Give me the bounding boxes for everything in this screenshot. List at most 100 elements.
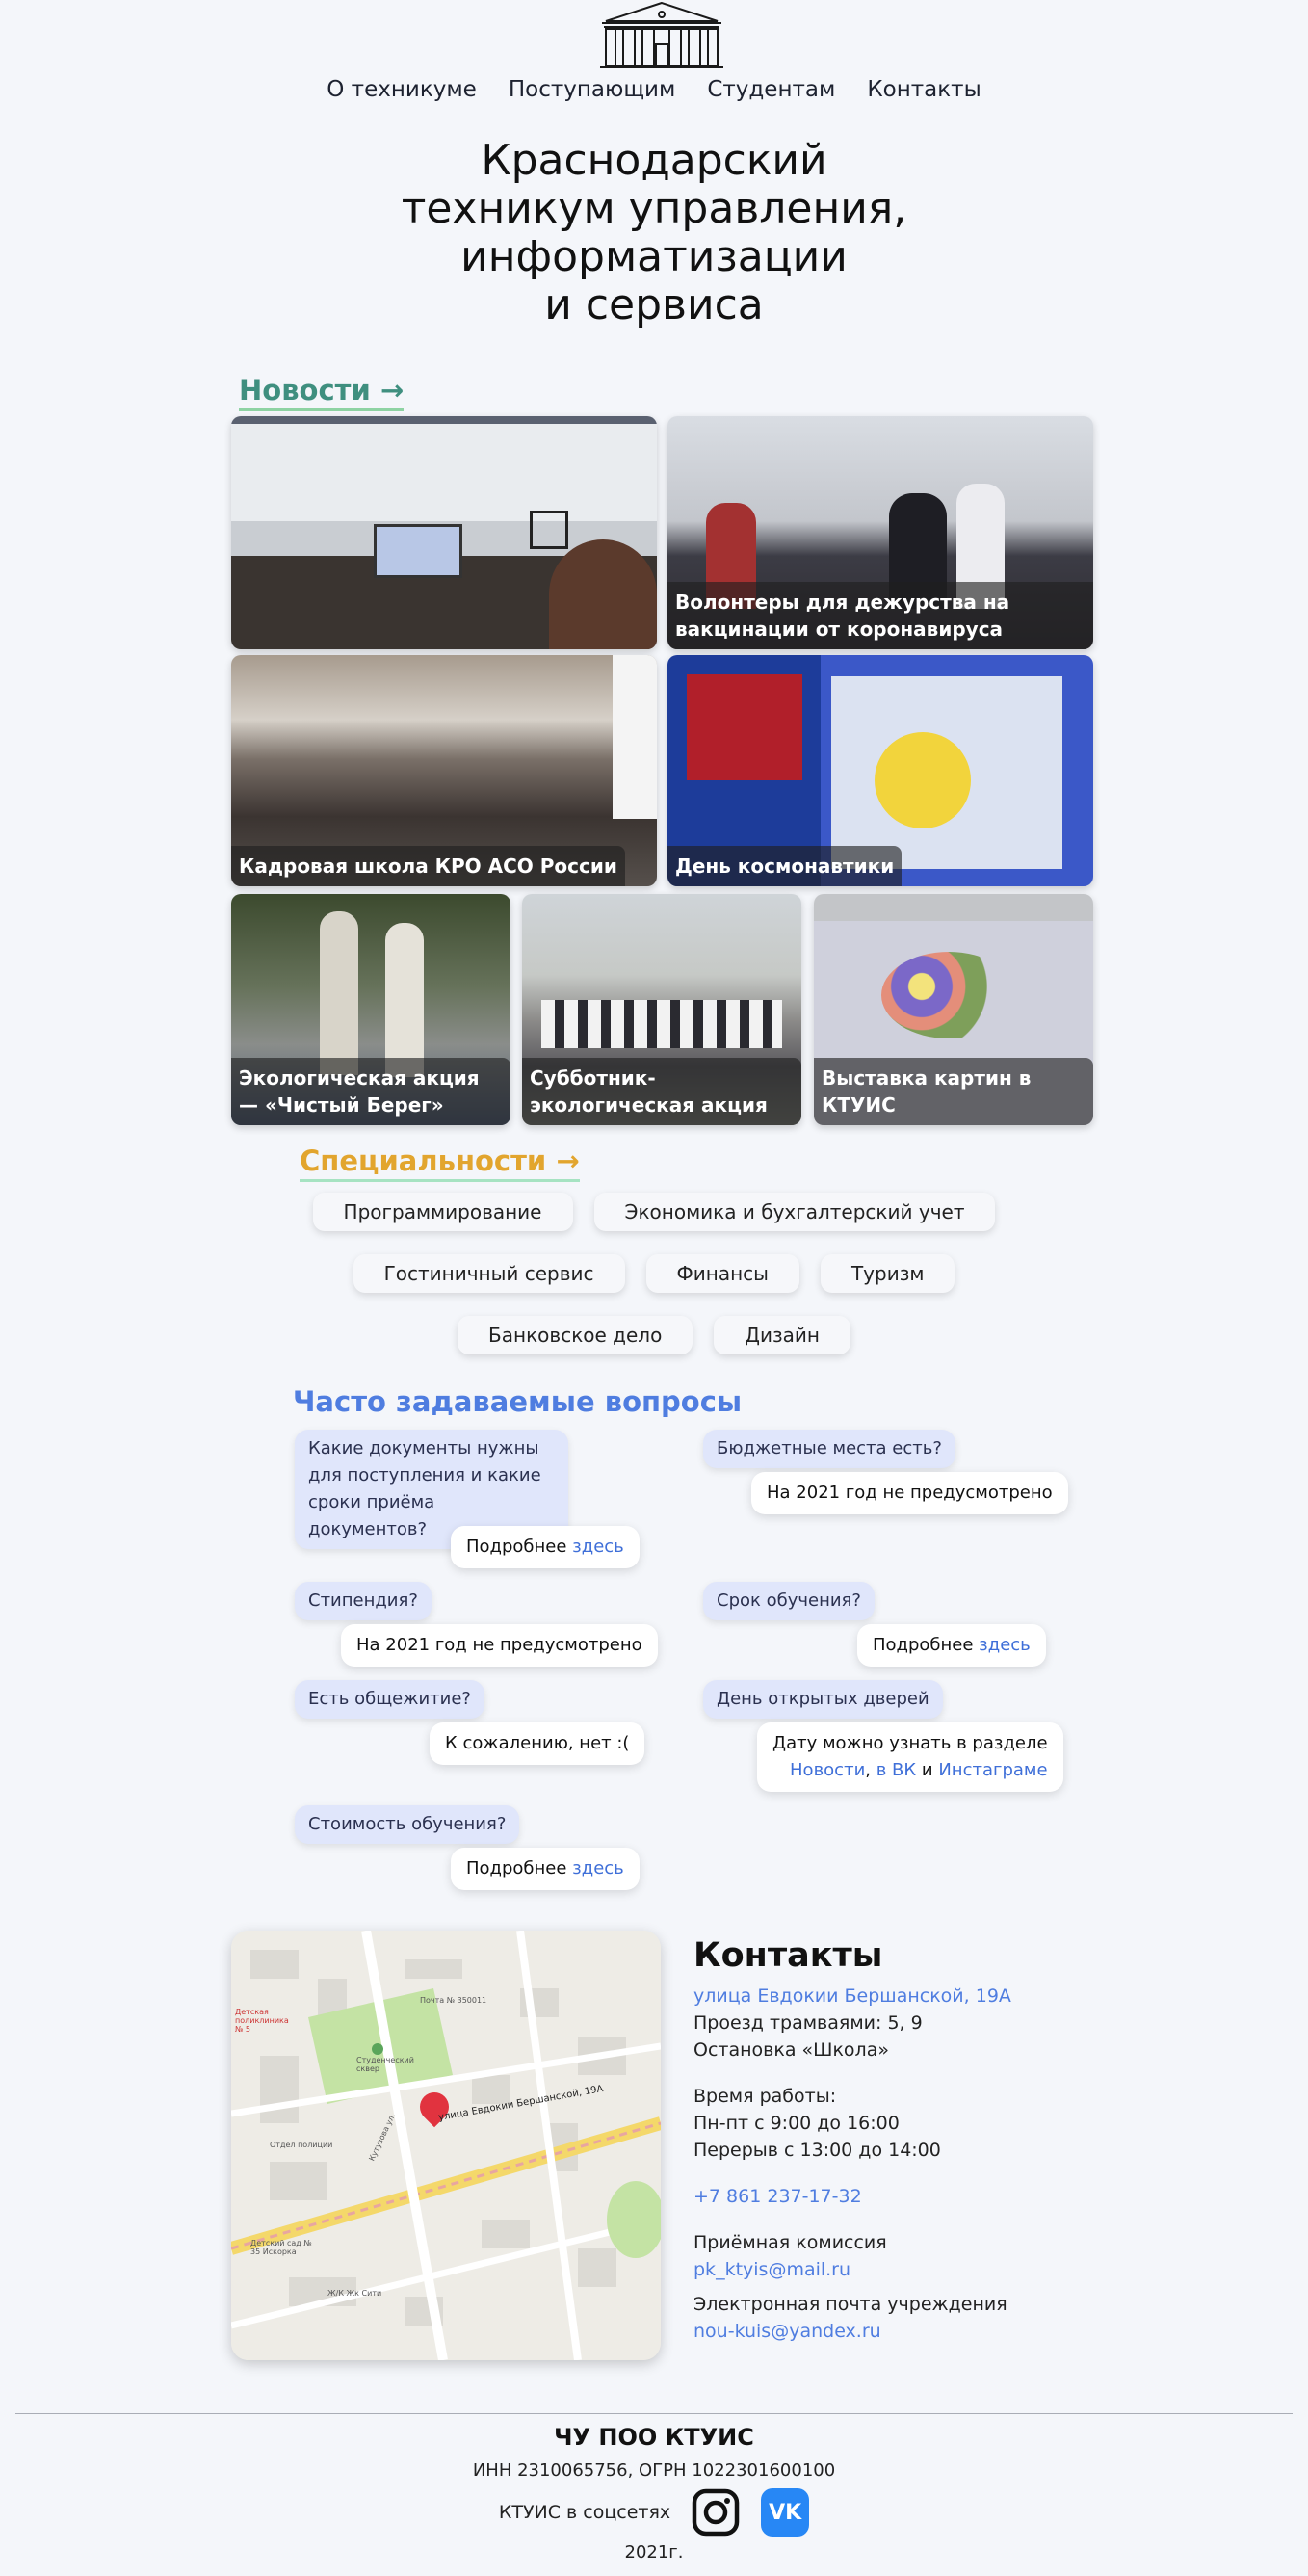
wall-logo bbox=[530, 511, 568, 549]
page-title: Краснодарский техникум управления, инфор… bbox=[0, 137, 1308, 329]
faq-heading: Часто задаваемые вопросы bbox=[293, 1385, 743, 1418]
news-link[interactable]: Новости bbox=[790, 1760, 865, 1780]
chip-tourism[interactable]: Туризм bbox=[820, 1254, 955, 1293]
answer-text: Дату можно узнать в разделе bbox=[772, 1733, 1048, 1753]
title-line: Краснодарский bbox=[481, 136, 827, 185]
nav-applicants[interactable]: Поступающим bbox=[509, 77, 675, 102]
hours-title: Время работы: bbox=[693, 2086, 837, 2107]
social-label: КТУИС в соцсетях bbox=[498, 2502, 671, 2523]
answer-text: Подробнее bbox=[873, 1635, 980, 1655]
faq-question: День открытых дверей bbox=[703, 1680, 943, 1719]
building-logo-icon[interactable] bbox=[594, 0, 729, 69]
news-card[interactable]: Экологическая акция — «Чистый Берег» bbox=[231, 894, 510, 1125]
instagram-glyph bbox=[692, 2488, 740, 2537]
vk-icon[interactable]: VK bbox=[761, 2488, 810, 2537]
faq-answer: На 2021 год не предусмотрено bbox=[341, 1624, 658, 1667]
hours-value: Пн-пт с 9:00 до 16:00 bbox=[693, 2113, 900, 2134]
chip-finance[interactable]: Финансы bbox=[645, 1254, 799, 1293]
news-caption: Кадровая школа КРО АСО России bbox=[231, 846, 625, 886]
faq-question: Стипендия? bbox=[295, 1582, 432, 1620]
answer-link[interactable]: здесь bbox=[572, 1537, 624, 1557]
nav-contacts[interactable]: Контакты bbox=[867, 77, 981, 102]
faq-question: Стоимость обучения? bbox=[295, 1805, 520, 1844]
faq-answer: Подробнее здесь bbox=[451, 1848, 640, 1890]
footer-year: 2021г. bbox=[624, 2542, 684, 2563]
news-heading[interactable]: Новости → bbox=[239, 374, 405, 411]
nav-about[interactable]: О техникуме bbox=[327, 77, 477, 102]
footer: ЧУ ПОО КТУИС ИНН 2310065756, ОГРН 102230… bbox=[0, 2424, 1308, 2563]
title-line: и сервиса bbox=[544, 280, 764, 329]
main-nav: О техникуме Поступающим Студентам Контак… bbox=[0, 77, 1308, 102]
answer-link[interactable]: здесь bbox=[572, 1858, 624, 1879]
specialities-heading[interactable]: Специальности → bbox=[300, 1144, 580, 1182]
group-of-people bbox=[541, 1000, 782, 1048]
answer-text: , bbox=[865, 1760, 876, 1780]
chip-banking[interactable]: Банковское дело bbox=[458, 1316, 693, 1354]
audience-head bbox=[549, 539, 657, 649]
faq-answer: Подробнее здесь bbox=[857, 1624, 1046, 1667]
news-caption: Выставка картин в КТУИС bbox=[814, 1058, 1093, 1125]
title-line: информатизации bbox=[460, 232, 848, 281]
faq-question: Бюджетные места есть? bbox=[703, 1430, 955, 1468]
window bbox=[613, 655, 657, 819]
faq-answer: Дату можно узнать в разделе Новости, в В… bbox=[757, 1722, 1063, 1792]
chip-hotel-service[interactable]: Гостиничный сервис bbox=[353, 1254, 625, 1293]
news-card[interactable]: Субботник-экологическая акция bbox=[522, 894, 801, 1125]
mail-title: Электронная почта учреждения bbox=[693, 2294, 1007, 2315]
instagram-icon[interactable] bbox=[692, 2488, 740, 2537]
answer-text: и bbox=[916, 1760, 939, 1780]
answer-link[interactable]: здесь bbox=[979, 1635, 1031, 1655]
tram-info: Проезд трамваями: 5, 9 bbox=[693, 2012, 923, 2034]
footer-inn: ИНН 2310065756, ОГРН 1022301600100 bbox=[472, 2460, 836, 2481]
vk-link[interactable]: в ВК bbox=[876, 1760, 916, 1780]
map-label: Детский сад № 35 Искорка bbox=[250, 2239, 312, 2256]
faq-answer: На 2021 год не предусмотрено bbox=[751, 1472, 1068, 1514]
map-label: Детская поликлиника № 5 bbox=[235, 2008, 289, 2034]
title-line: техникум управления, bbox=[401, 184, 907, 233]
footer-divider bbox=[15, 2413, 1293, 2414]
news-caption: Волонтеры для дежурства на вакцинации от… bbox=[667, 582, 1093, 649]
admission-email-link[interactable]: pk_ktyis@mail.ru bbox=[693, 2259, 850, 2280]
break-value: Перерыв с 13:00 до 14:00 bbox=[693, 2140, 941, 2161]
faq-question: Есть общежитие? bbox=[295, 1680, 484, 1719]
map-label: Ж/К Жк Сити bbox=[327, 2289, 382, 2298]
person bbox=[320, 911, 358, 1075]
location-map[interactable]: улица Евдокии Бершанской, 19А Детская по… bbox=[231, 1931, 661, 2360]
person bbox=[385, 923, 424, 1077]
chips-row: Банковское дело Дизайн bbox=[0, 1316, 1308, 1354]
nav-students[interactable]: Студентам bbox=[707, 77, 835, 102]
phone-link[interactable]: +7 861 237-17-32 bbox=[693, 2186, 862, 2207]
drawing bbox=[687, 674, 802, 780]
news-caption: Экологическая акция — «Чистый Берег» bbox=[231, 1058, 510, 1125]
vk-label: VK bbox=[769, 2500, 802, 2525]
faq-question: Срок обучения? bbox=[703, 1582, 875, 1620]
chip-programming[interactable]: Программирование bbox=[312, 1193, 573, 1231]
footer-org: ЧУ ПОО КТУИС bbox=[554, 2424, 754, 2451]
chip-design[interactable]: Дизайн bbox=[714, 1316, 850, 1354]
contacts-block: Контакты улица Евдокии Бершанской, 19А П… bbox=[693, 1936, 1098, 2345]
flower-painting bbox=[881, 952, 1016, 1038]
projector-screen bbox=[374, 524, 462, 578]
admission-title: Приёмная комиссия bbox=[693, 2232, 887, 2253]
instagram-link[interactable]: Инстаграме bbox=[938, 1760, 1047, 1780]
address-link[interactable]: улица Евдокии Бершанской, 19А bbox=[693, 1985, 1011, 2007]
contacts-heading: Контакты bbox=[693, 1936, 883, 1975]
chip-economics[interactable]: Экономика и бухгалтерский учет bbox=[593, 1193, 996, 1231]
news-caption: Субботник-экологическая акция bbox=[522, 1058, 801, 1125]
news-card[interactable]: Кадровая школа КРО АСО России bbox=[231, 655, 657, 886]
map-label: Отдел полиции bbox=[270, 2141, 333, 2149]
mail-link[interactable]: nou-kuis@yandex.ru bbox=[693, 2321, 881, 2342]
sun-drawing bbox=[875, 732, 971, 828]
answer-text: Подробнее bbox=[466, 1858, 573, 1879]
answer-text: Подробнее bbox=[466, 1537, 573, 1557]
chips-row: Программирование Экономика и бухгалтерск… bbox=[0, 1193, 1308, 1231]
chips-row: Гостиничный сервис Финансы Туризм bbox=[0, 1254, 1308, 1293]
news-card[interactable] bbox=[231, 416, 657, 649]
news-card[interactable]: Волонтеры для дежурства на вакцинации от… bbox=[667, 416, 1093, 649]
map-label: Студенческий сквер bbox=[356, 2056, 414, 2073]
faq-answer: Подробнее здесь bbox=[451, 1526, 640, 1568]
news-card[interactable]: День космонавтики bbox=[667, 655, 1093, 886]
faq-answer: К сожалению, нет :( bbox=[430, 1722, 645, 1765]
news-card[interactable]: Выставка картин в КТУИС bbox=[814, 894, 1093, 1125]
social-row: КТУИС в соцсетях VK bbox=[0, 2488, 1308, 2537]
